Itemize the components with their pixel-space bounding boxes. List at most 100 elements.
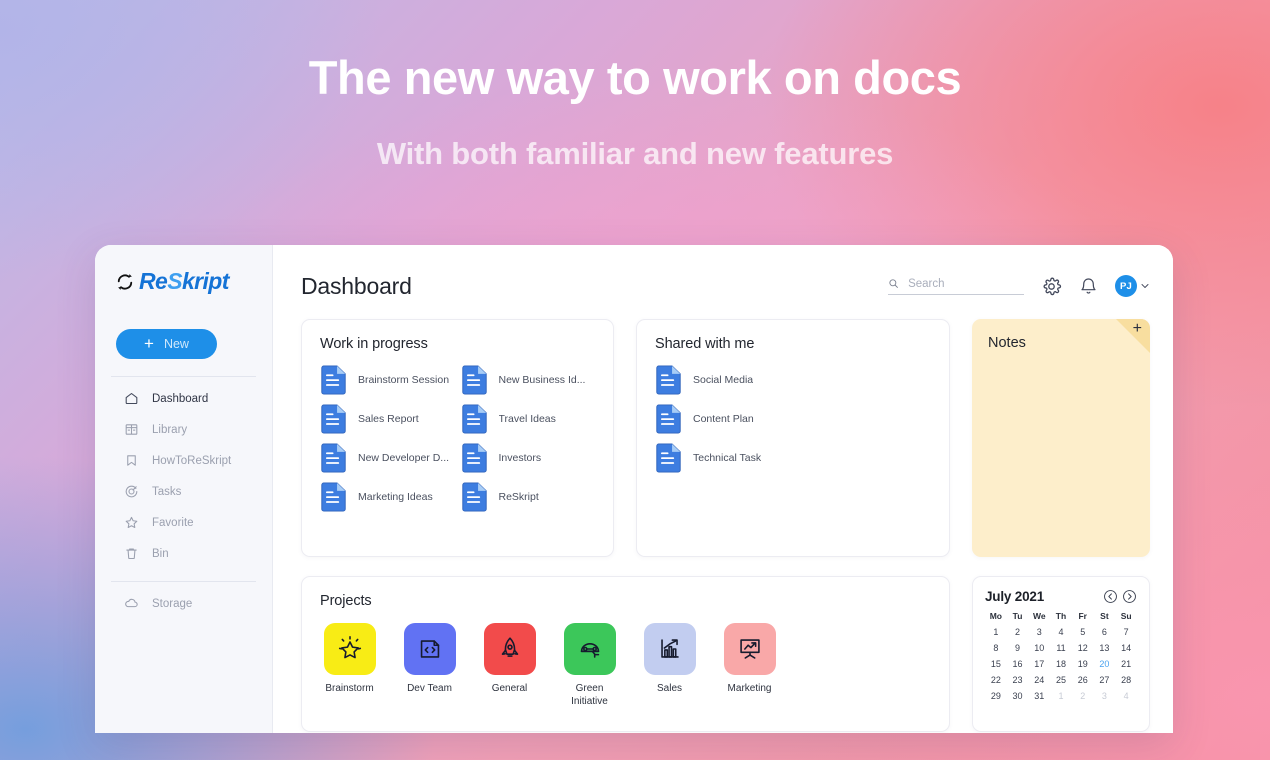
list-item[interactable]: Content Plan [655,404,931,434]
project-marketing[interactable]: Marketing [720,623,779,708]
sidebar-item-library[interactable]: Library [95,419,272,440]
document-label: ReSkript [498,491,539,503]
calendar-day-next-month[interactable]: 3 [1094,691,1116,701]
list-item[interactable]: Investors [461,443,596,473]
calendar-day[interactable]: 9 [1007,643,1029,653]
project-label: Marketing [727,683,772,694]
calendar-day[interactable]: 4 [1050,627,1072,637]
dashboard-row-top: Work in progress Brainstorm Session New … [301,319,1151,557]
calendar-day[interactable]: 5 [1072,627,1094,637]
sidebar-label-library: Library [152,423,188,436]
calendar-card: July 2021 Mo Tu We Th Fr St Su 1 2 3 4 5… [972,576,1150,732]
document-label: New Developer D... [358,452,450,464]
calendar-day[interactable]: 2 [1007,627,1029,637]
project-brainstorm[interactable]: Brainstorm [320,623,379,708]
list-item[interactable]: Social Media [655,365,931,395]
calendar-day[interactable]: 21 [1115,659,1137,669]
sidebar-label-storage: Storage [152,597,193,610]
add-note-button[interactable]: + [1133,321,1142,337]
search-input[interactable] [908,277,1024,290]
calendar-day[interactable]: 30 [1007,691,1029,701]
calendar-day[interactable]: 3 [1028,627,1050,637]
calendar-day-today[interactable]: 20 [1094,659,1116,669]
eco-car-icon [580,643,599,658]
hero-subtitle: With both familiar and new features [376,135,894,171]
bell-icon[interactable] [1079,277,1098,296]
calendar-day-next-month[interactable]: 1 [1050,691,1072,701]
sidebar-item-favorite[interactable]: Favorite [95,512,272,533]
project-green-initiative[interactable]: Green Initiative [560,623,619,708]
project-sales[interactable]: Sales [640,623,699,708]
list-item[interactable]: Brainstorm Session [320,365,455,395]
calendar-day[interactable]: 14 [1115,643,1137,653]
sidebar-divider-bottom [111,581,256,582]
new-button[interactable]: + New [116,329,217,359]
calendar-day-next-month[interactable]: 2 [1072,691,1094,701]
document-icon [461,365,487,395]
app-logo[interactable]: ReSkript [95,268,272,295]
list-item[interactable]: New Business Id... [461,365,596,395]
sidebar-item-bin[interactable]: Bin [95,543,272,564]
document-label: Travel Ideas [498,413,556,425]
calendar-nav [1103,589,1137,604]
list-item[interactable]: Sales Report [320,404,455,434]
search-box[interactable] [888,277,1024,295]
calendar-day[interactable]: 7 [1115,627,1137,637]
calendar-day[interactable]: 8 [985,643,1007,653]
calendar-day[interactable]: 25 [1050,675,1072,685]
notes-card[interactable]: Notes + [972,319,1150,557]
calendar-day-next-month[interactable]: 4 [1115,691,1137,701]
calendar-day[interactable]: 11 [1050,643,1072,653]
list-item[interactable]: ReSkript [461,482,596,512]
calendar-day[interactable]: 26 [1072,675,1094,685]
chevron-left-circle-icon[interactable] [1103,589,1118,604]
calendar-day[interactable]: 18 [1050,659,1072,669]
chevron-right-circle-icon[interactable] [1122,589,1137,604]
plus-icon: + [144,334,154,353]
calendar-day[interactable]: 10 [1028,643,1050,653]
calendar-day[interactable]: 1 [985,627,1007,637]
calendar-day[interactable]: 16 [1007,659,1029,669]
sidebar-item-dashboard[interactable]: Dashboard [95,388,272,409]
calendar-weekday: Tu [1012,611,1023,621]
shared-with-me-card: Shared with me Social Media Content Plan… [636,319,950,557]
project-dev-team[interactable]: Dev Team [400,623,459,708]
project-label: Dev Team [407,683,452,694]
calendar-day[interactable]: 31 [1028,691,1050,701]
trash-icon [126,548,137,560]
calendar-day[interactable]: 15 [985,659,1007,669]
refresh-cycle-icon [117,273,133,290]
calendar-day[interactable]: 29 [985,691,1007,701]
list-item[interactable]: Technical Task [655,443,931,473]
document-label: New Business Id... [498,374,586,386]
avatar-menu[interactable]: PJ [1115,275,1151,297]
calendar-day[interactable]: 24 [1028,675,1050,685]
calendar-day[interactable]: 28 [1115,675,1137,685]
document-icon [656,404,681,434]
project-tile [723,623,776,675]
hero-section: The new way to work on docs With both fa… [0,52,1270,172]
gear-icon[interactable] [1041,276,1062,297]
calendar-day[interactable]: 19 [1072,659,1094,669]
sidebar-item-tasks[interactable]: Tasks [95,481,272,502]
sidebar-label-bin: Bin [152,547,169,560]
calendar-day[interactable]: 23 [1007,675,1029,685]
calendar-day[interactable]: 17 [1028,659,1050,669]
calendar-day[interactable]: 6 [1094,627,1116,637]
rocket-icon [501,637,518,657]
logo-part-3: kript [181,268,229,294]
sidebar-label-tasks: Tasks [152,485,182,498]
calendar-day[interactable]: 27 [1094,675,1116,685]
sidebar-item-howtoreskript[interactable]: HowToReSkript [95,450,272,471]
calendar-day[interactable]: 12 [1072,643,1094,653]
page-title: Dashboard [301,272,412,299]
list-item[interactable]: New Developer D... [320,443,455,473]
bar-chart-growth-icon [660,639,679,658]
list-item[interactable]: Marketing Ideas [320,482,455,512]
calendar-day[interactable]: 13 [1094,643,1116,653]
list-item[interactable]: Travel Ideas [461,404,596,434]
code-file-icon [420,640,439,658]
sidebar-item-storage[interactable]: Storage [95,593,272,614]
calendar-day[interactable]: 22 [985,675,1007,685]
project-general[interactable]: General [480,623,539,708]
